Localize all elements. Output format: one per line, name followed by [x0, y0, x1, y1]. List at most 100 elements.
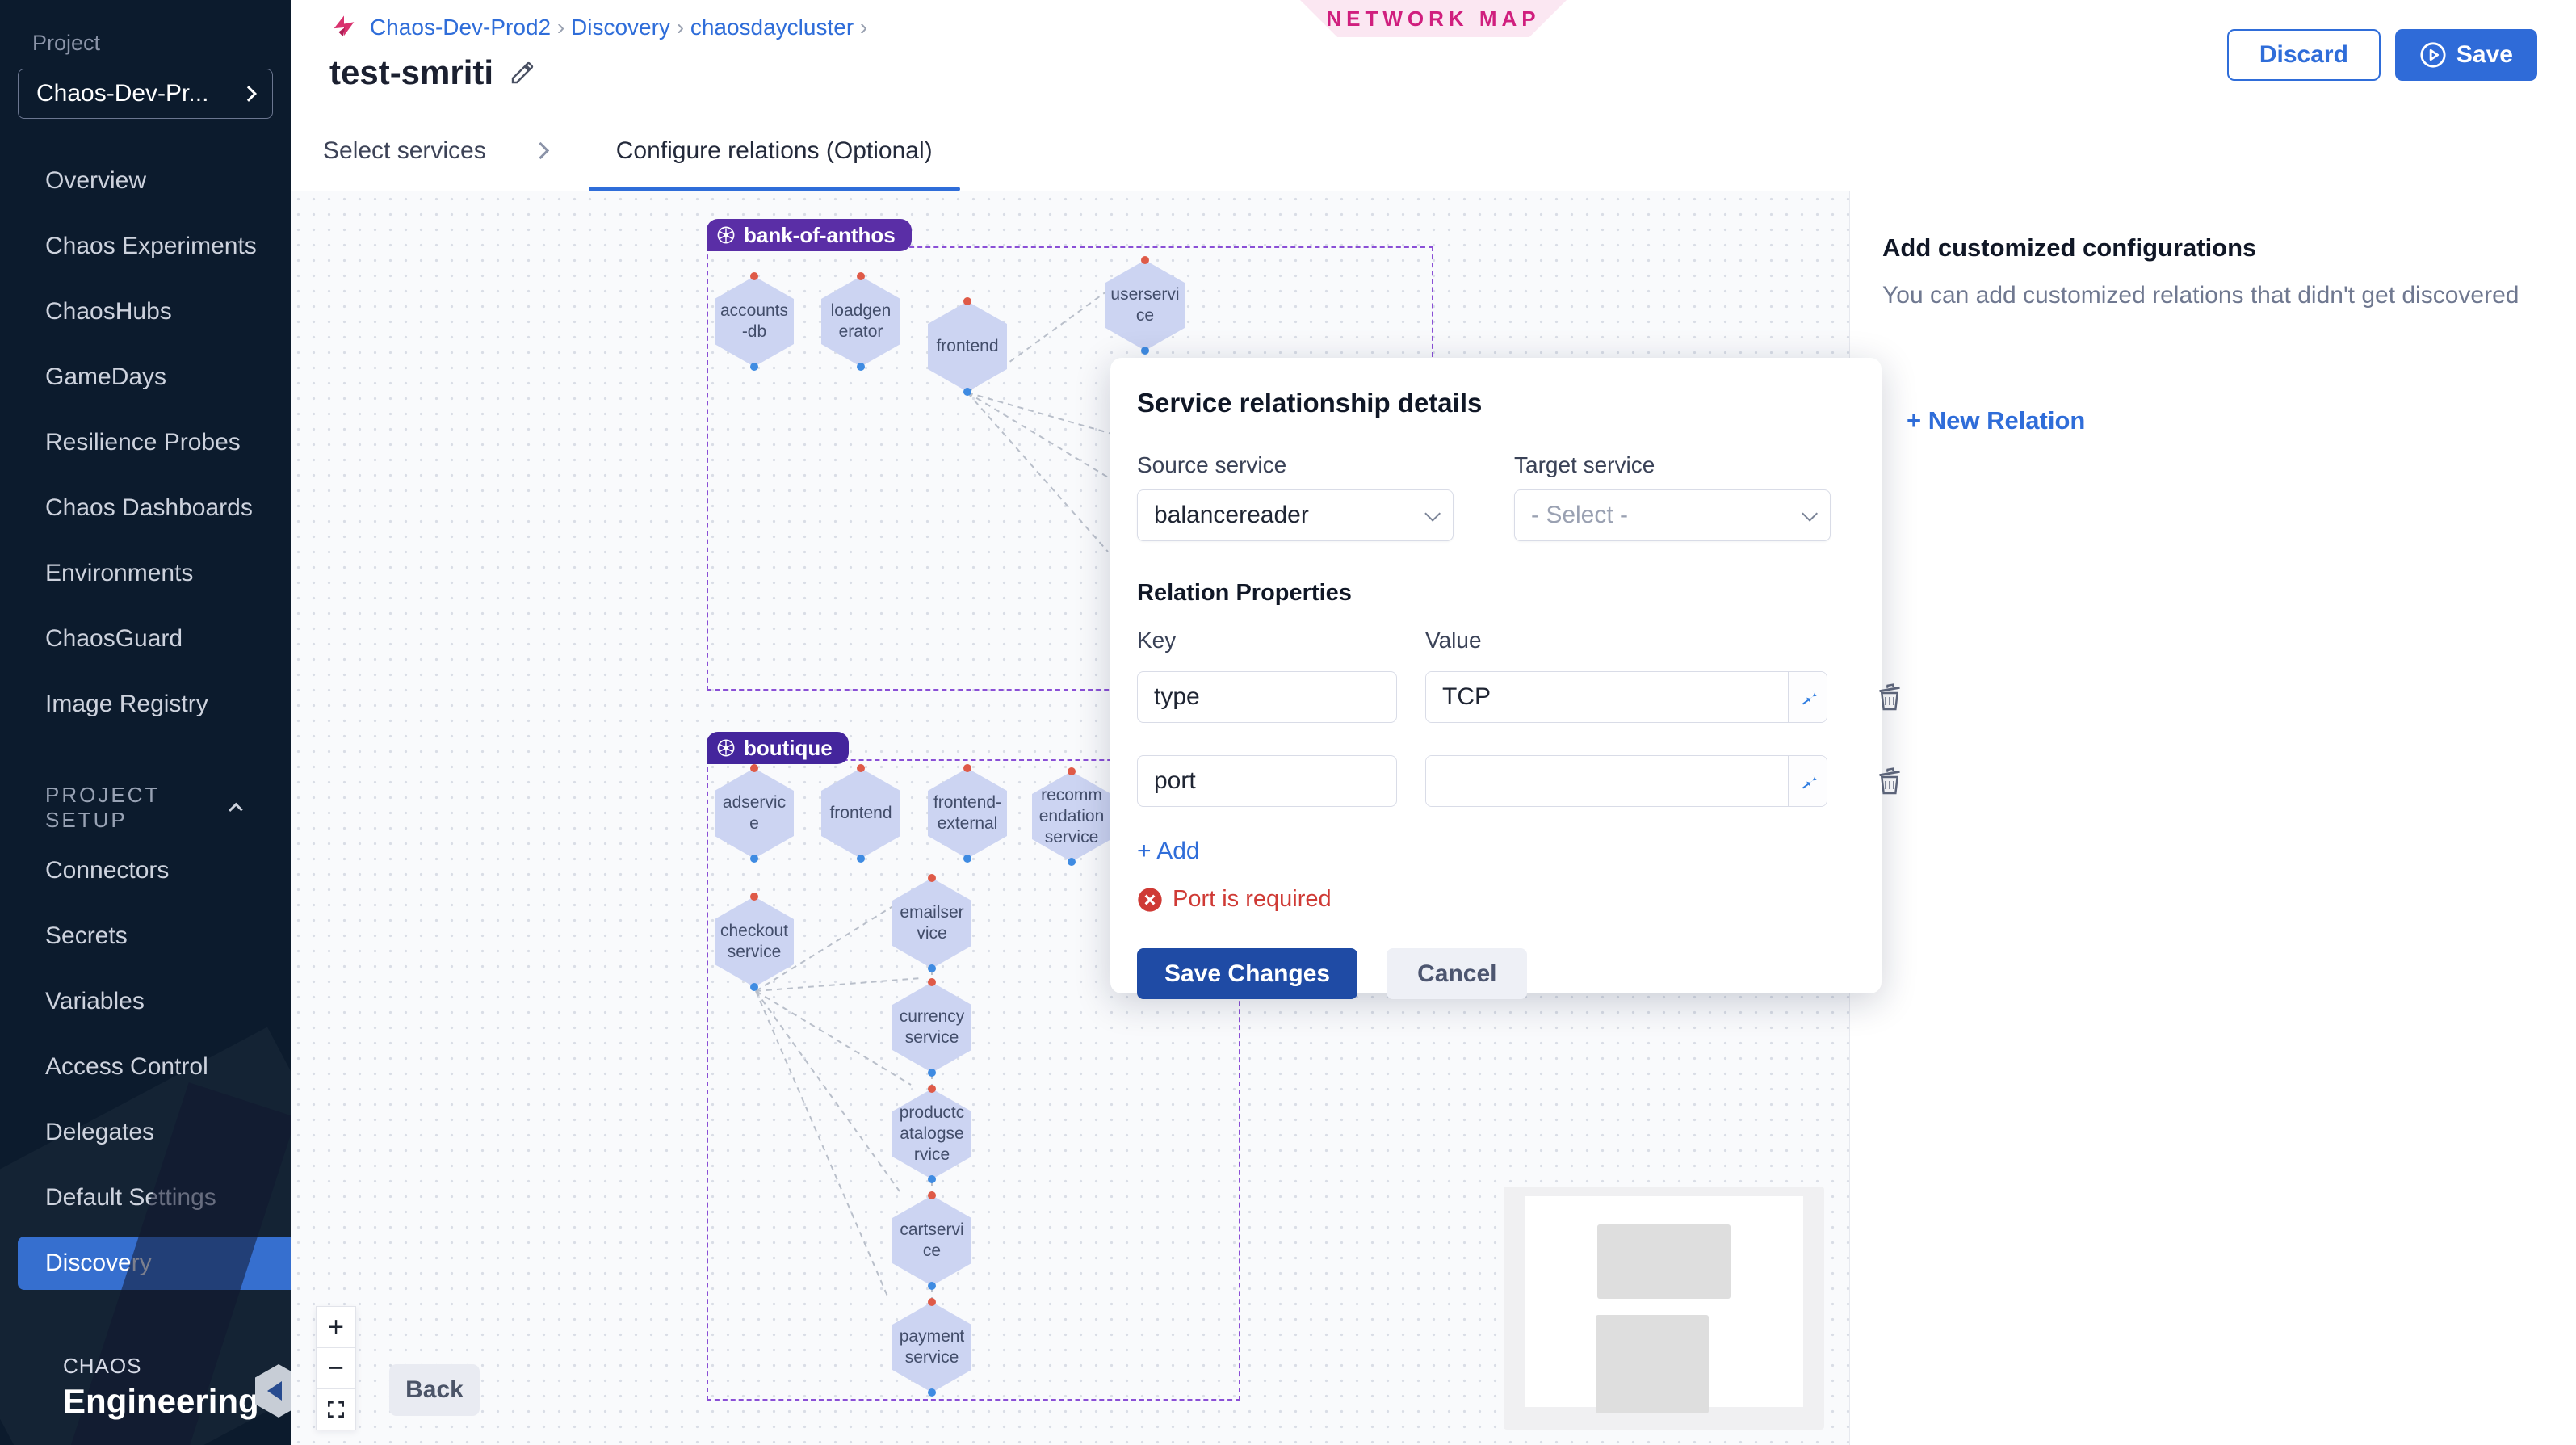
project-setup-section-header[interactable]: PROJECT SETUP: [45, 783, 242, 833]
tab-select-services[interactable]: Select services: [323, 137, 486, 165]
pin-value-button[interactable]: [1788, 756, 1827, 806]
service-node-accounts-db[interactable]: accounts-db: [715, 276, 794, 367]
service-node-label: accounts-db: [720, 284, 789, 359]
breadcrumb-link-chaos-dev-prod2[interactable]: Chaos-Dev-Prod2: [370, 15, 551, 40]
sidebar-item-chaos-experiments[interactable]: Chaos Experiments: [0, 213, 291, 279]
target-service-label: Target service: [1514, 452, 1831, 478]
project-label: Project: [32, 31, 291, 56]
egress-port-dot: [1141, 347, 1149, 355]
service-node-frontend-external[interactable]: frontend-external: [928, 768, 1007, 859]
sidebar-item-chaoshubs[interactable]: ChaosHubs: [0, 279, 291, 344]
tab-configure-relations[interactable]: Configure relations (Optional): [589, 111, 960, 191]
network-map-ribbon: NETWORK MAP: [1300, 0, 1567, 37]
pin-icon: [1798, 687, 1819, 708]
service-node-paymentservice[interactable]: paymentservice: [892, 1302, 971, 1392]
service-node-label: emailservice: [897, 886, 967, 960]
ingress-port-dot: [857, 764, 865, 772]
sidebar-item-connectors[interactable]: Connectors: [0, 838, 291, 903]
cluster-tag-bank-of-anthos[interactable]: bank-of-anthos: [707, 219, 912, 251]
property-value-group: [1425, 671, 1827, 723]
collapse-arrow-icon: [267, 1381, 282, 1401]
panel-title: Add customized configurations: [1882, 233, 2544, 263]
sidebar: Project Chaos-Dev-Pr... OverviewChaos Ex…: [0, 0, 291, 1445]
service-node-checkoutservice[interactable]: checkoutservice: [715, 897, 794, 987]
add-property-link[interactable]: + Add: [1137, 838, 1200, 865]
service-node-emailservice[interactable]: emailservice: [892, 878, 971, 968]
ingress-port-dot: [928, 1191, 936, 1199]
page-header: NETWORK MAP Chaos-Dev-Prod2 › Discovery …: [291, 0, 2576, 111]
target-service-select[interactable]: - Select -: [1514, 489, 1831, 541]
fullscreen-button[interactable]: [316, 1388, 356, 1430]
cluster-tag-boutique[interactable]: boutique: [707, 732, 849, 764]
kubernetes-icon: [716, 738, 736, 758]
property-value-input-port[interactable]: [1426, 756, 1788, 806]
service-node-userservice[interactable]: userservice: [1105, 260, 1185, 351]
service-node-label: recommendationservice: [1037, 779, 1106, 854]
relation-property-rows: [1137, 671, 1855, 807]
brand-chaos-label: CHAOS: [63, 1354, 259, 1379]
zoom-in-button[interactable]: +: [316, 1306, 356, 1348]
breadcrumb-link-discovery[interactable]: Discovery: [571, 15, 670, 40]
edit-pencil-icon[interactable]: [510, 60, 535, 86]
ingress-port-dot: [928, 1298, 936, 1306]
modal-actions: Save Changes Cancel: [1137, 948, 1855, 999]
sidebar-item-chaos-dashboards[interactable]: Chaos Dashboards: [0, 475, 291, 540]
sidebar-item-chaosguard[interactable]: ChaosGuard: [0, 606, 291, 671]
new-relation-link[interactable]: + New Relation: [1907, 406, 2085, 435]
project-selector[interactable]: Chaos-Dev-Pr...: [18, 69, 273, 119]
save-changes-button[interactable]: Save Changes: [1137, 948, 1357, 999]
service-node-label: frontend: [826, 776, 896, 851]
discard-button[interactable]: Discard: [2227, 29, 2381, 81]
minimap[interactable]: [1504, 1187, 1824, 1430]
service-node-productcatalogservice[interactable]: productcatalogservice: [892, 1089, 971, 1179]
egress-port-dot: [928, 1069, 936, 1077]
trash-icon: [1873, 679, 1906, 715]
sidebar-item-variables[interactable]: Variables: [0, 968, 291, 1034]
source-service-select[interactable]: balancereader: [1137, 489, 1454, 541]
sidebar-item-overview[interactable]: Overview: [0, 148, 291, 213]
chevron-right-icon: [241, 86, 257, 102]
minimap-cluster-rect: [1596, 1315, 1709, 1413]
save-button[interactable]: Save: [2395, 29, 2537, 81]
key-value-headers: Key Value: [1137, 628, 1855, 653]
breadcrumb-link-chaosdaycluster[interactable]: chaosdaycluster: [690, 15, 854, 40]
delete-property-row-button[interactable]: [1873, 679, 1906, 719]
delete-property-row-button[interactable]: [1873, 763, 1906, 803]
sidebar-item-image-registry[interactable]: Image Registry: [0, 671, 291, 737]
property-key-input-type[interactable]: [1137, 671, 1397, 723]
ingress-port-dot: [928, 1085, 936, 1093]
cancel-button[interactable]: Cancel: [1387, 948, 1527, 999]
service-node-label: currencyservice: [897, 990, 967, 1065]
kubernetes-icon: [716, 225, 736, 245]
service-node-frontend[interactable]: frontend: [928, 301, 1007, 392]
service-node-frontend[interactable]: frontend: [821, 768, 900, 859]
sidebar-item-environments[interactable]: Environments: [0, 540, 291, 606]
property-key-input-port[interactable]: [1137, 755, 1397, 807]
value-column-label: Value: [1425, 628, 1482, 653]
property-value-input-type[interactable]: [1426, 672, 1788, 722]
service-node-loadgenerator[interactable]: loadgenerator: [821, 276, 900, 367]
ingress-port-dot: [1141, 256, 1149, 264]
ribbon-label: NETWORK MAP: [1326, 6, 1540, 32]
pin-value-button[interactable]: [1788, 672, 1827, 722]
sidebar-item-gamedays[interactable]: GameDays: [0, 344, 291, 410]
service-node-label: productcatalogservice: [897, 1097, 967, 1171]
service-node-recommendationservice[interactable]: recommendationservice: [1032, 771, 1111, 862]
service-node-currencyservice[interactable]: currencyservice: [892, 982, 971, 1073]
breadcrumb: Chaos-Dev-Prod2 › Discovery › chaosdaycl…: [329, 13, 867, 42]
customized-configurations-panel: Add customized configurations You can ad…: [1849, 191, 2576, 1445]
relation-property-row: [1137, 755, 1855, 807]
main-area: NETWORK MAP Chaos-Dev-Prod2 › Discovery …: [291, 0, 2576, 1445]
service-node-adservice[interactable]: adservice: [715, 768, 794, 859]
property-value-group: [1425, 755, 1827, 807]
service-node-label: checkoutservice: [720, 905, 789, 979]
sidebar-item-secrets[interactable]: Secrets: [0, 903, 291, 968]
egress-port-dot: [928, 1388, 936, 1397]
ingress-port-dot: [750, 764, 758, 772]
zoom-out-button[interactable]: −: [316, 1347, 356, 1389]
sidebar-item-resilience-probes[interactable]: Resilience Probes: [0, 410, 291, 475]
breadcrumb-separator: ›: [551, 15, 571, 40]
service-node-cartservice[interactable]: cartservice: [892, 1195, 971, 1286]
back-button[interactable]: Back: [389, 1364, 480, 1416]
validation-error: Port is required: [1137, 886, 1855, 913]
